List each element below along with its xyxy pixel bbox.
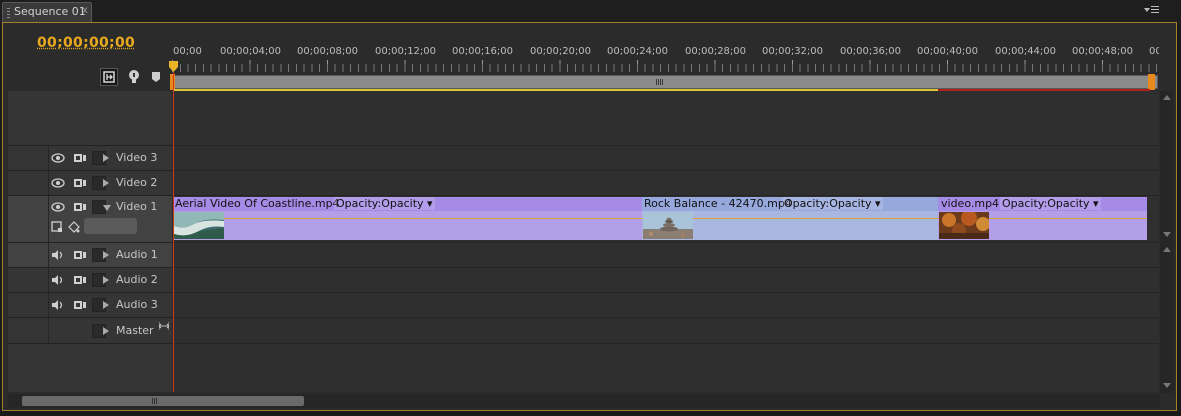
expand-track-icon[interactable] [103, 301, 109, 309]
track-name: Video 3 [116, 151, 158, 164]
sync-lock-icon[interactable] [74, 275, 86, 285]
expand-track-icon[interactable] [103, 179, 109, 187]
clip-thumbnail [643, 212, 693, 239]
panel-menu-icon[interactable] [1144, 5, 1160, 17]
track-header-video-2[interactable]: Video 2 [8, 171, 172, 196]
tab-bar [0, 0, 1181, 24]
track-row-audio-1[interactable] [173, 243, 1159, 268]
scroll-down-icon[interactable] [1163, 383, 1171, 388]
ruler-label: 00;00;40;00 [917, 46, 979, 57]
track-header-empty [8, 91, 172, 146]
ruler-label: 00;00;48;00 [1072, 46, 1134, 57]
track-row-empty [173, 91, 1159, 146]
sync-lock-icon[interactable] [74, 153, 86, 163]
track-row-audio-2[interactable] [173, 268, 1159, 293]
track-row-video-3[interactable] [173, 146, 1159, 171]
ruler-label: 00;00;08;00 [297, 46, 359, 57]
track-row-master[interactable] [173, 318, 1159, 344]
ruler-label: 00;00;04;00 [220, 46, 282, 57]
track-row-video-2[interactable] [173, 171, 1159, 196]
speaker-icon[interactable] [51, 300, 65, 310]
ruler-label: 00;00;36;00 [840, 46, 902, 57]
expand-track-icon[interactable] [103, 327, 109, 335]
speaker-icon[interactable] [51, 275, 65, 285]
expand-track-icon[interactable] [103, 154, 109, 162]
clip-thumbnail [174, 212, 224, 239]
track-header-video-3[interactable]: Video 3 [8, 146, 172, 171]
tab-grip-icon[interactable] [7, 8, 10, 18]
opacity-rubberband[interactable] [173, 218, 642, 219]
track-name: Audio 2 [116, 273, 158, 286]
display-style-icon[interactable] [51, 221, 63, 233]
tab-sequence[interactable]: Sequence 01 x [2, 2, 92, 22]
ruler-label: 00 [1149, 46, 1159, 57]
ruler-label: 00;00;44;00 [995, 46, 1057, 57]
ruler-label: 00;00 [173, 46, 202, 57]
ruler-label: 00;00;12;00 [375, 46, 437, 57]
eye-icon[interactable] [51, 202, 65, 212]
eye-icon[interactable] [51, 178, 65, 188]
track-header-video-1[interactable]: Video 1 [8, 196, 172, 243]
video-vertical-scrollbar[interactable] [1160, 91, 1174, 243]
horizontal-scroll-thumb[interactable] [22, 396, 304, 406]
audio-vertical-scrollbar[interactable] [1160, 243, 1174, 393]
eye-icon[interactable] [51, 153, 65, 163]
clip-rock-balance[interactable]: Rock Balance - 42470.mp4 Opacity:Opacity… [642, 197, 938, 240]
time-ruler[interactable]: 00;00 00;00;04;00 00;00;08;00 00;00;12;0… [172, 42, 1159, 74]
ruler-label: 00;00;16;00 [452, 46, 514, 57]
track-header-master[interactable]: Master [8, 318, 172, 344]
tab-title: Sequence 01 [14, 5, 86, 18]
scroll-grip-icon[interactable] [152, 398, 158, 404]
sync-lock-icon[interactable] [74, 202, 86, 212]
clip-video[interactable]: video.mp4 Opacity:Opacity ▾ [938, 197, 1147, 240]
clip-effect-label: Opacity:Opacity [1002, 197, 1090, 210]
track-header-audio-3[interactable]: Audio 3 [8, 293, 172, 318]
track-name: Video 2 [116, 176, 158, 189]
ruler-label: 00;00;32;00 [762, 46, 824, 57]
clip-aerial-video[interactable]: Aerial Video Of Coastline.mp4 Opacity:Op… [173, 197, 642, 240]
clip-effect-dropdown[interactable]: Opacity:Opacity ▾ [782, 197, 883, 210]
track-header-audio-2[interactable]: Audio 2 [8, 268, 172, 293]
scroll-up-icon[interactable] [1163, 247, 1171, 252]
tab-close-button[interactable]: x [82, 5, 88, 16]
speaker-icon[interactable] [51, 250, 65, 260]
track-name: Video 1 [116, 200, 158, 213]
ruler-label: 00;00;28;00 [685, 46, 747, 57]
current-timecode[interactable]: 00;00;00;00 [37, 35, 135, 51]
work-area-grip-icon[interactable] [656, 79, 663, 85]
sync-lock-icon[interactable] [74, 178, 86, 188]
work-area-end-handle[interactable] [1148, 74, 1155, 90]
ruler-minor-ticks [172, 64, 1159, 72]
playhead-line [173, 72, 174, 392]
ruler-label: 00;00;20;00 [530, 46, 592, 57]
track-name: Master [116, 324, 154, 337]
add-marker-icon[interactable] [125, 68, 143, 86]
clip-name: Aerial Video Of Coastline.mp4 [175, 197, 340, 210]
sync-lock-icon[interactable] [74, 300, 86, 310]
clip-effect-label: Opacity:Opacity [784, 197, 872, 210]
scroll-up-icon[interactable] [1163, 95, 1171, 100]
track-header-audio-1[interactable]: Audio 1 [8, 243, 172, 268]
keyframe-icon[interactable] [68, 221, 80, 233]
keyframe-navigator[interactable] [84, 218, 137, 234]
collapse-track-icon[interactable] [103, 205, 111, 211]
track-row-audio-3[interactable] [173, 293, 1159, 318]
master-track-icon [159, 322, 169, 330]
expand-track-icon[interactable] [103, 251, 109, 259]
clip-name: Rock Balance - 42470.mp4 [644, 197, 792, 210]
clip-effect-dropdown[interactable]: Opacity:Opacity ▾ [334, 197, 435, 210]
set-marker-icon[interactable] [148, 68, 166, 86]
clip-effect-dropdown[interactable]: Opacity:Opacity ▾ [1000, 197, 1101, 210]
clip-effect-label: Opacity:Opacity [336, 197, 424, 210]
work-area-bar[interactable] [173, 75, 1158, 89]
expand-track-icon[interactable] [103, 276, 109, 284]
clip-thumbnail [939, 212, 989, 239]
scroll-down-icon[interactable] [1163, 232, 1171, 237]
track-name: Audio 3 [116, 298, 158, 311]
ruler-label: 00;00;24;00 [607, 46, 669, 57]
snap-icon[interactable] [100, 68, 118, 86]
track-name: Audio 1 [116, 248, 158, 261]
sync-lock-icon[interactable] [74, 250, 86, 260]
clip-name: video.mp4 [941, 197, 1000, 210]
